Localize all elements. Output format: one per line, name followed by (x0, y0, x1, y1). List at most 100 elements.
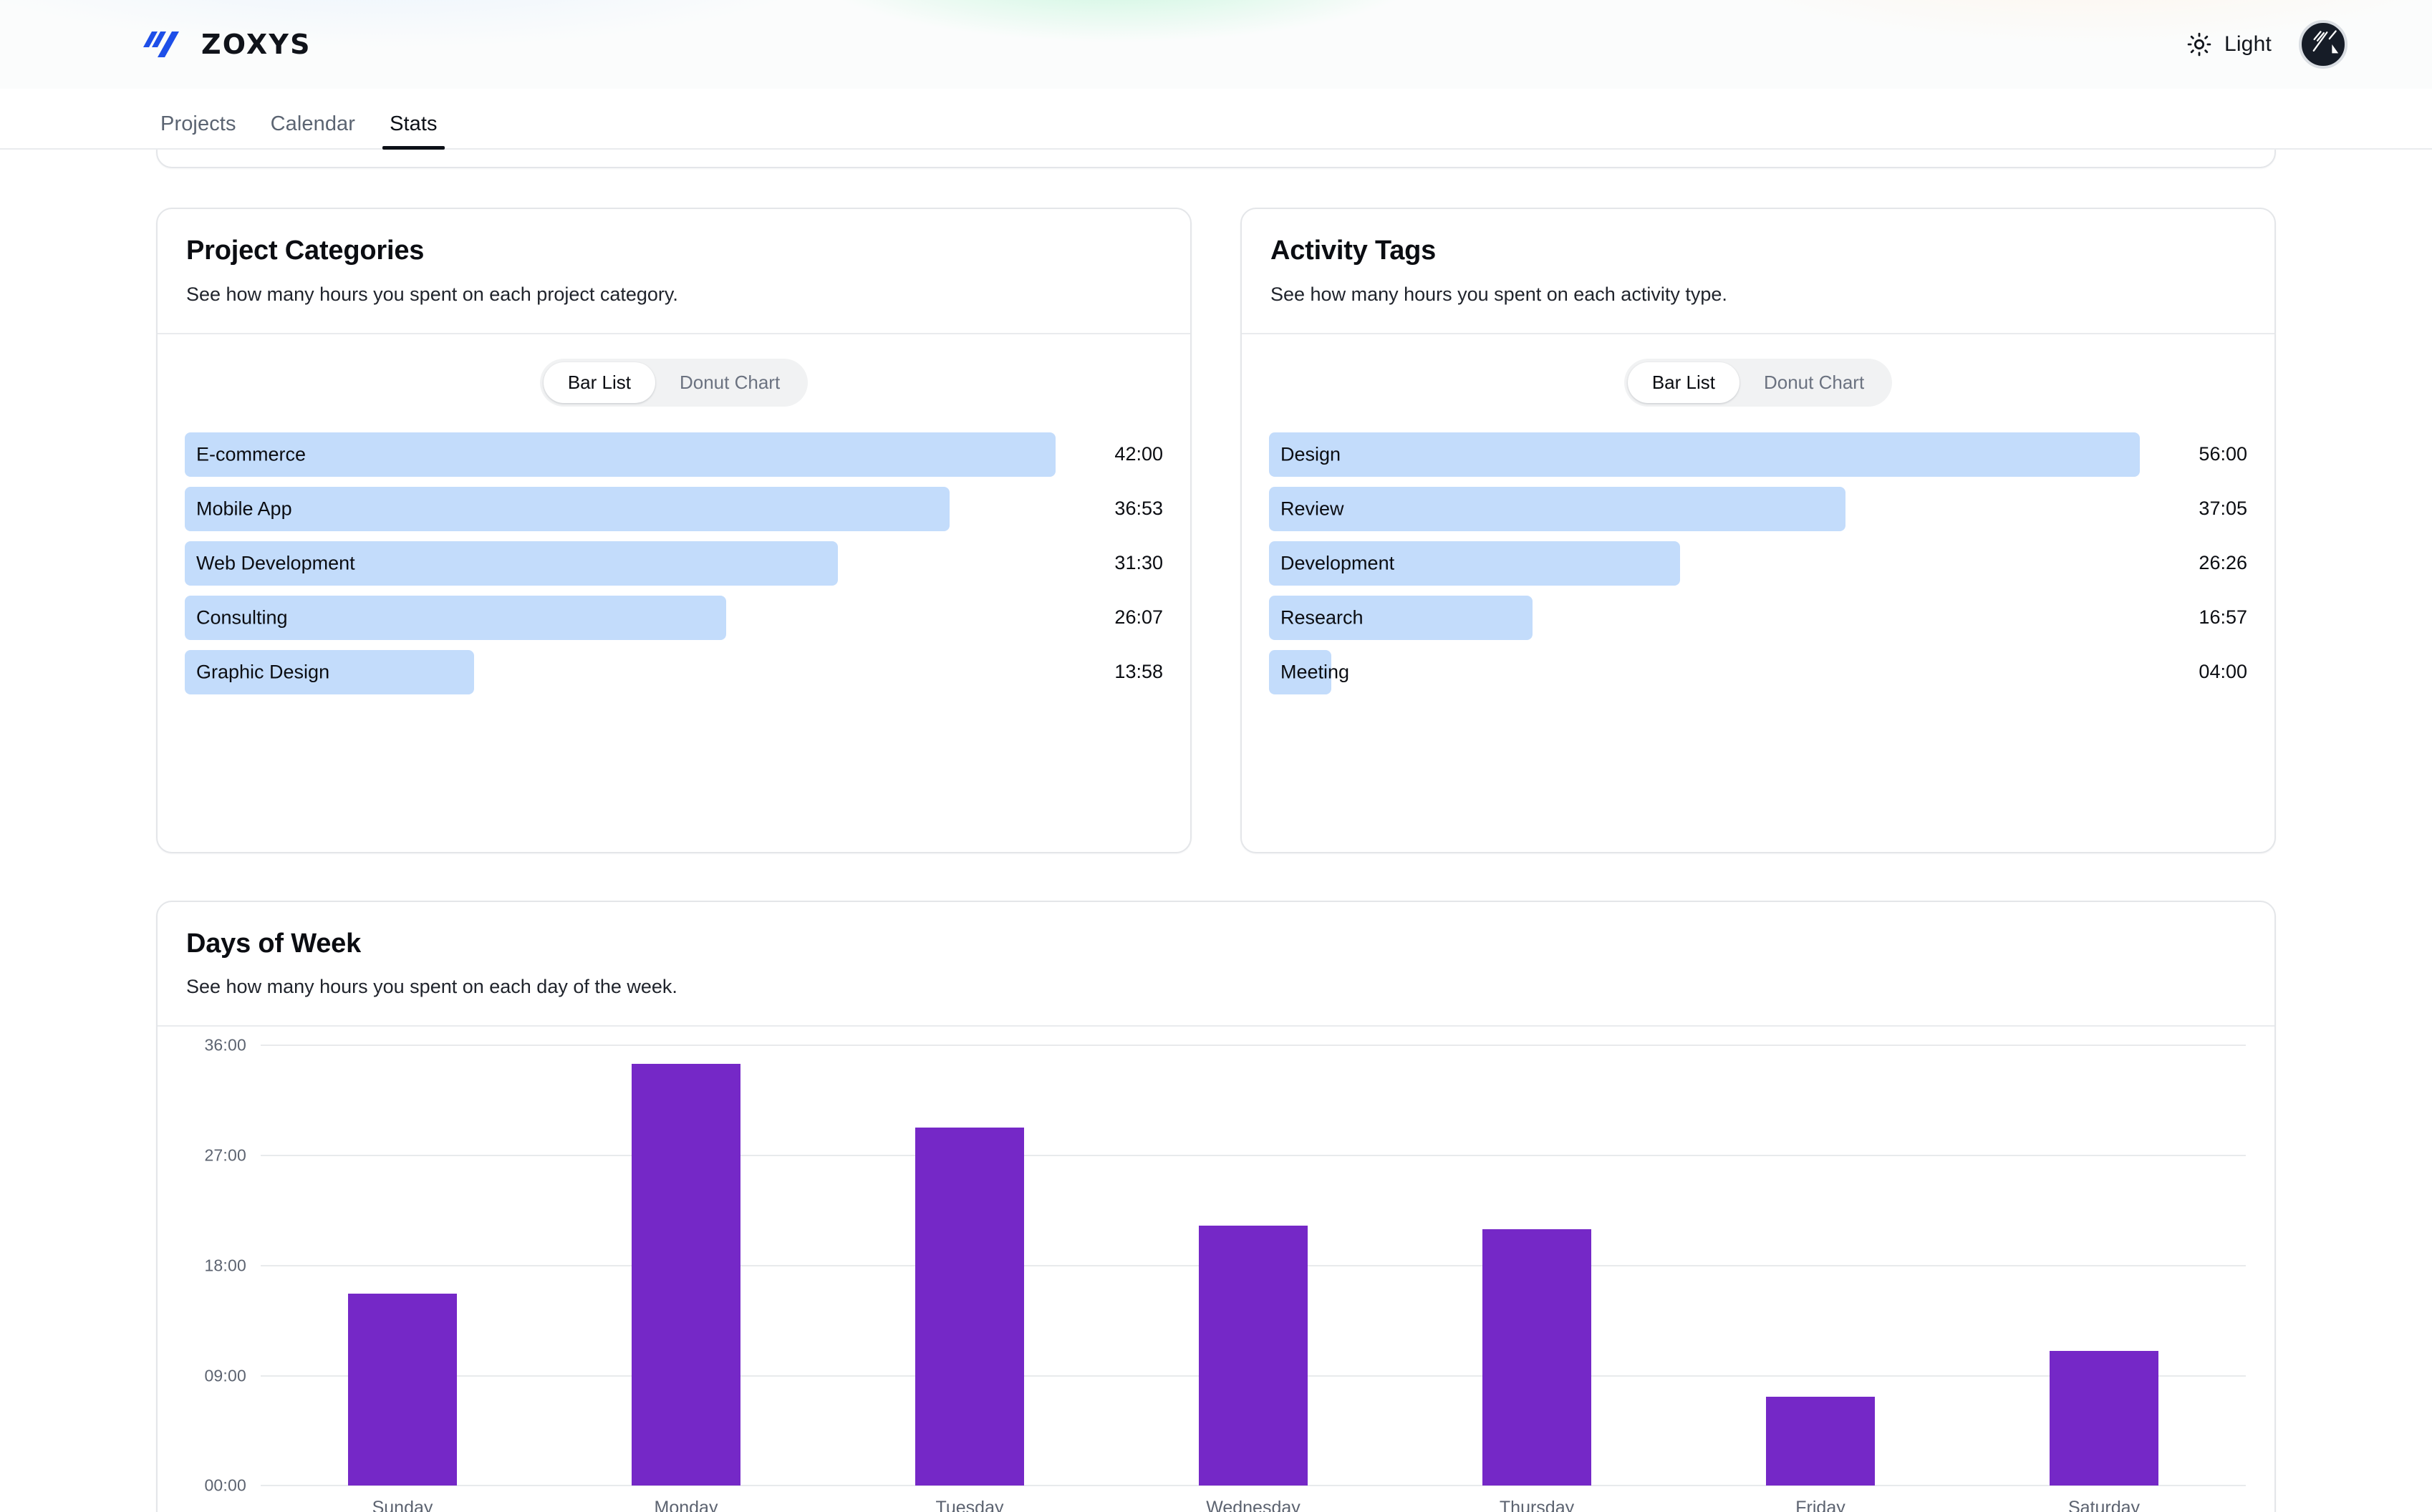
y-axis-tick: 09:00 (204, 1366, 246, 1385)
bar-label: Research (1280, 606, 1364, 629)
bar-value: 42:00 (1114, 443, 1163, 465)
bar-value: 04:00 (2199, 661, 2247, 683)
x-axis-label: Monday (654, 1498, 718, 1512)
bar-fill (1269, 486, 1846, 531)
bar-label: Review (1280, 498, 1344, 520)
nav-tab-stats[interactable]: Stats (372, 112, 455, 150)
nav-tab-projects[interactable]: Projects (143, 112, 254, 148)
activity-tags-title: Activity Tags (1270, 236, 1437, 266)
y-axis-tick: 27:00 (204, 1145, 246, 1165)
bar-fill (185, 486, 950, 531)
activity-tags-body: Bar List Donut Chart Design 56:00 Review 37… (1242, 334, 2274, 852)
activity-tags-card: Activity Tags See how many hours you spe… (1240, 208, 2276, 853)
bar-value: 13:58 (1114, 661, 1163, 683)
activity-tags-bar-list: Design 56:00 Review 37:05 Development 26:26 Re… (1269, 432, 2247, 694)
days-of-week-subtitle: See how many hours you spent on each day… (186, 976, 677, 998)
bar-value: 26:07 (1114, 606, 1163, 629)
brand-name: ZOXYS (201, 29, 312, 60)
column-bar[interactable] (348, 1294, 457, 1486)
page-title: Project Categories (186, 236, 425, 266)
activity-tags-header: Activity Tags See how many hours you spe… (1242, 209, 2274, 333)
tab-donut-chart-categories[interactable]: Donut Chart (655, 362, 804, 403)
list-item[interactable]: Research 16:57 (1269, 595, 2247, 640)
tab-bar-list-tags[interactable]: Bar List (1627, 362, 1739, 403)
list-bottom-spacer (185, 694, 1163, 820)
bar-value: 26:26 (2199, 552, 2247, 574)
column-bars (261, 1045, 2246, 1486)
y-axis-tick: 18:00 (204, 1256, 246, 1275)
x-axis-label: Sunday (372, 1498, 433, 1512)
bar-label: Graphic Design (196, 661, 330, 683)
bar-label: Development (1280, 552, 1395, 574)
x-axis-label: Saturday (2067, 1498, 2141, 1512)
x-axis-labels: Sunday Monday Tuesday Wednesday Thursday Frid… (183, 1498, 2246, 1512)
days-of-week-chart: 36:00 27:00 18:00 09:00 00:00 (183, 1036, 2246, 1495)
y-axis-tick: 00:00 (204, 1475, 246, 1495)
main-nav: Projects Calendar Stats (0, 89, 2432, 150)
list-item[interactable]: Development 26:26 (1269, 541, 2247, 586)
avatar[interactable] (2299, 20, 2347, 69)
list-item[interactable]: Meeting 04:00 (1269, 649, 2247, 694)
bar-value: 56:00 (2199, 443, 2247, 465)
bar-value: 37:05 (2199, 498, 2247, 520)
bar-label: E-commerce (196, 443, 307, 465)
list-item[interactable]: Web Development 31:30 (185, 541, 1163, 586)
tab-bar-list-categories[interactable]: Bar List (543, 362, 655, 403)
x-axis-label: Friday (1795, 1498, 1845, 1512)
bar-track: Design (1269, 432, 2140, 477)
bar-track: Review (1269, 486, 2140, 531)
theme-toggle-button[interactable]: Light (2187, 32, 2272, 57)
bar-track: E-commerce (185, 432, 1056, 477)
app-header: ZOXYS Light (0, 0, 2432, 89)
stats-cards-row: Project Categories See how many hours yo… (156, 150, 2276, 853)
column-bar[interactable] (1199, 1225, 1308, 1486)
bar-fill (185, 432, 1056, 477)
column-bar[interactable] (2050, 1351, 2158, 1486)
column-bar[interactable] (1766, 1396, 1875, 1486)
list-item[interactable]: Review 37:05 (1269, 486, 2247, 531)
list-bottom-spacer (1269, 694, 2247, 820)
bar-label: Consulting (196, 606, 288, 629)
list-item[interactable]: Consulting 26:07 (185, 595, 1163, 640)
project-categories-bar-list: E-commerce 42:00 Mobile App 36:53 Web Develo… (185, 432, 1163, 694)
tab-donut-chart-tags[interactable]: Donut Chart (1739, 362, 1888, 403)
project-categories-view-toggle: Bar List Donut Chart (185, 358, 1163, 407)
x-axis-label: Thursday (1499, 1498, 1575, 1512)
theme-label: Light (2224, 32, 2272, 56)
bar-label: Design (1280, 443, 1341, 465)
list-item[interactable]: Graphic Design 13:58 (185, 649, 1163, 694)
bar-label: Meeting (1280, 661, 1350, 683)
zoxys-slash-logo-icon (143, 29, 183, 60)
x-axis-label: Tuesday (935, 1498, 1004, 1512)
plot-area (261, 1045, 2246, 1487)
column-bar-slot (1395, 1045, 1679, 1486)
column-bar-slot (544, 1045, 828, 1486)
bar-value: 31:30 (1114, 552, 1163, 574)
activity-tags-subtitle: See how many hours you spent on each act… (1270, 283, 1727, 305)
brand[interactable]: ZOXYS (143, 29, 312, 60)
project-categories-card: Project Categories See how many hours yo… (156, 208, 1192, 853)
days-of-week-header: Days of Week See how many hours you spen… (158, 902, 2274, 1026)
bar-value: 16:57 (2199, 606, 2247, 629)
column-bar[interactable] (1482, 1228, 1591, 1486)
days-of-week-card: Days of Week See how many hours you spen… (156, 900, 2276, 1512)
nav-tab-calendar[interactable]: Calendar (254, 112, 373, 148)
column-bar-slot (1679, 1045, 1962, 1486)
list-item[interactable]: Mobile App 36:53 (185, 486, 1163, 531)
column-bar-slot (261, 1045, 544, 1486)
column-bar[interactable] (915, 1127, 1024, 1486)
bar-label: Web Development (196, 552, 355, 574)
bar-track: Research (1269, 595, 2140, 640)
list-item[interactable]: Design 56:00 (1269, 432, 2247, 477)
activity-tags-view-toggle: Bar List Donut Chart (1269, 358, 2247, 407)
project-categories-header: Project Categories See how many hours yo… (158, 209, 1190, 333)
bar-value: 36:53 (1114, 498, 1163, 520)
column-bar[interactable] (632, 1064, 740, 1486)
list-item[interactable]: E-commerce 42:00 (185, 432, 1163, 477)
bar-label: Mobile App (196, 498, 292, 520)
bar-track: Web Development (185, 541, 1056, 586)
bar-track: Consulting (185, 595, 1056, 640)
bar-track: Development (1269, 541, 2140, 586)
column-bar-slot (1111, 1045, 1395, 1486)
x-axis-label: Wednesday (1206, 1498, 1301, 1512)
